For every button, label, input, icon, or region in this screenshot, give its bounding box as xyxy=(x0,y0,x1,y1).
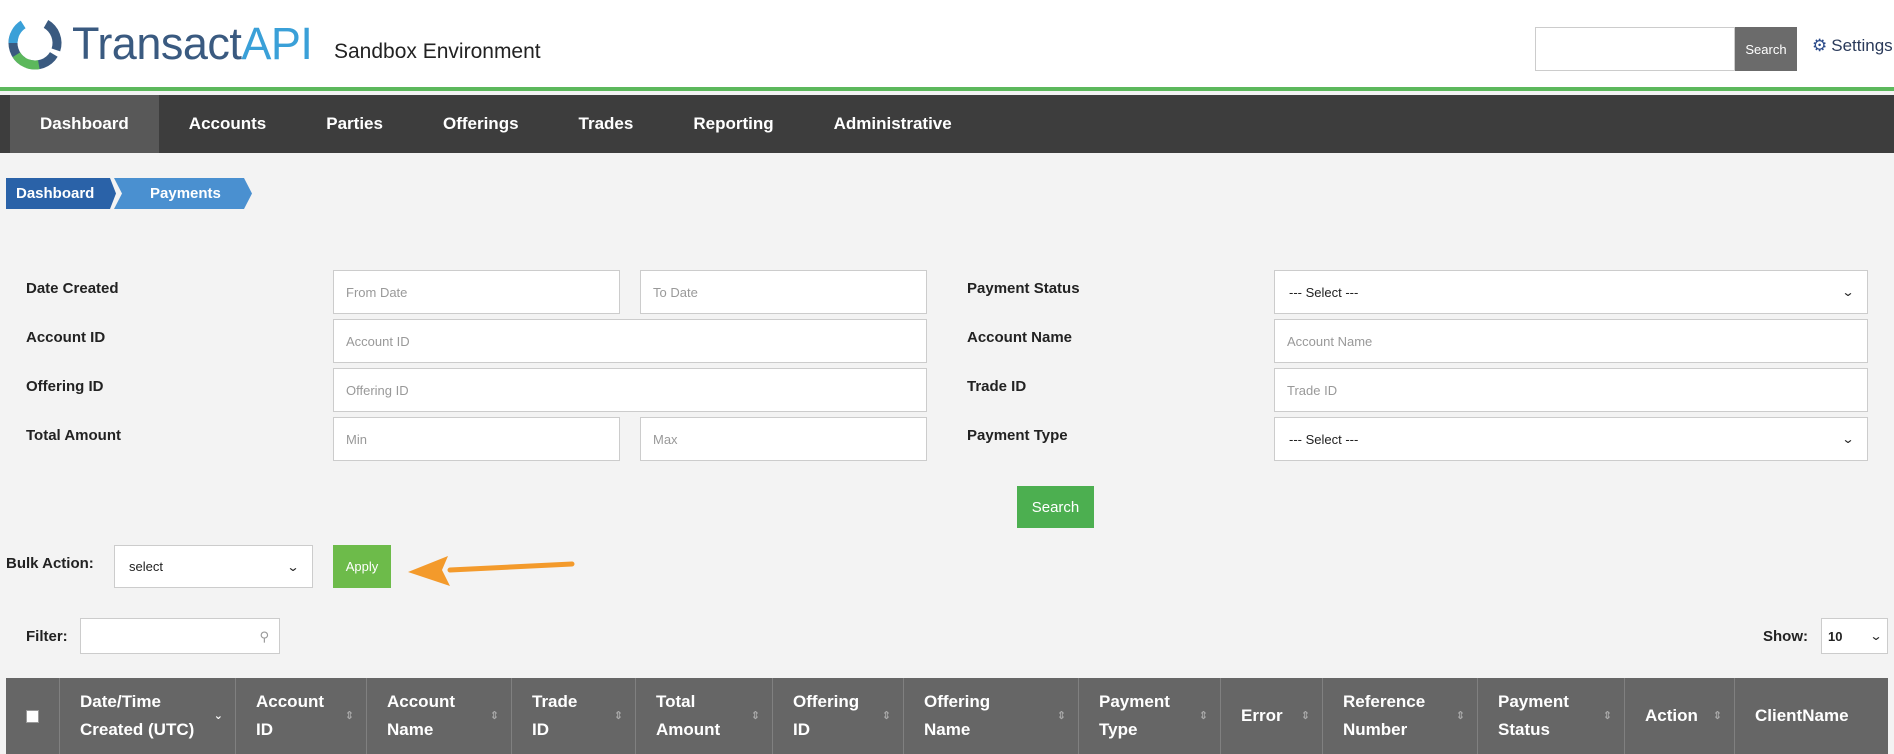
column-header-reference-number[interactable]: Reference Number ⇕ xyxy=(1323,678,1478,754)
select-all-checkbox[interactable] xyxy=(26,709,39,723)
nav-item-dashboard[interactable]: Dashboard xyxy=(10,95,159,153)
max-amount-input[interactable] xyxy=(640,417,927,461)
search-button[interactable]: Search xyxy=(1017,486,1094,528)
account-name-label: Account Name xyxy=(967,329,1073,346)
page-size-select[interactable]: 10 ⌄ xyxy=(1821,618,1888,654)
chevron-down-icon: ⌄ xyxy=(1841,285,1855,299)
sort-icon: ⇕ xyxy=(1602,710,1612,722)
logo[interactable]: TransactAPI xyxy=(6,14,313,72)
apply-button[interactable]: Apply xyxy=(333,545,391,588)
column-header-client-name[interactable]: ClientName xyxy=(1735,678,1888,754)
payment-status-value: --- Select --- xyxy=(1289,284,1359,300)
sort-icon: ⇕ xyxy=(613,710,623,722)
column-header-account-name[interactable]: Account Name ⇕ xyxy=(367,678,512,754)
to-date-input[interactable] xyxy=(640,270,927,314)
column-header-date-created[interactable]: Date/Time Created (UTC) ⌄ xyxy=(60,678,236,754)
column-header-payment-type[interactable]: Payment Type ⇕ xyxy=(1079,678,1221,754)
sort-icon: ⇕ xyxy=(1455,710,1465,722)
date-created-label: Date Created xyxy=(26,280,119,297)
column-header-payment-status[interactable]: Payment Status ⇕ xyxy=(1478,678,1625,754)
payment-type-select[interactable]: --- Select --- ⌄ xyxy=(1274,417,1868,461)
sort-icon: ⇕ xyxy=(489,710,499,722)
payment-type-label: Payment Type xyxy=(967,427,1068,444)
payment-type-value: --- Select --- xyxy=(1289,431,1359,447)
filter-input[interactable]: ⚲ xyxy=(80,618,280,654)
nav-item-parties[interactable]: Parties xyxy=(296,95,413,153)
bulk-action-label: Bulk Action: xyxy=(6,555,94,572)
nav-item-reporting[interactable]: Reporting xyxy=(663,95,803,153)
gear-icon: ⚙ xyxy=(1812,36,1828,55)
table-header: Date/Time Created (UTC) ⌄ Account ID ⇕ Acc… xyxy=(6,678,1888,754)
filter-label: Filter: xyxy=(26,628,68,645)
trade-id-input[interactable] xyxy=(1274,368,1868,412)
payment-status-select[interactable]: --- Select --- ⌄ xyxy=(1274,270,1868,314)
sort-icon: ⇕ xyxy=(344,710,354,722)
sort-icon: ⇕ xyxy=(881,710,891,722)
sort-icon: ⇕ xyxy=(1198,710,1208,722)
min-amount-input[interactable] xyxy=(333,417,620,461)
settings-link[interactable]: ⚙ Settings xyxy=(1812,36,1893,56)
search-icon: ⚲ xyxy=(259,629,269,644)
page-size-value: 10 xyxy=(1828,628,1843,644)
column-header-trade-id[interactable]: Trade ID ⇕ xyxy=(512,678,636,754)
offering-id-input[interactable] xyxy=(333,368,927,412)
column-header-account-id[interactable]: Account ID ⇕ xyxy=(236,678,367,754)
nav-item-offerings[interactable]: Offerings xyxy=(413,95,549,153)
show-label: Show: xyxy=(1763,628,1808,645)
settings-label: Settings xyxy=(1831,36,1893,55)
header: TransactAPI Sandbox Environment Search ⚙… xyxy=(0,0,1894,91)
column-header-error[interactable]: Error ⇕ xyxy=(1221,678,1323,754)
bulk-action-select[interactable]: select ⌄ xyxy=(114,545,313,588)
transactapi-logo-icon xyxy=(8,16,62,70)
offering-id-label: Offering ID xyxy=(26,378,104,395)
header-search-button[interactable]: Search xyxy=(1735,27,1797,71)
main-nav: Dashboard Accounts Parties Offerings Tra… xyxy=(0,95,1894,153)
breadcrumb-dashboard[interactable]: Dashboard xyxy=(6,178,116,209)
column-header-offering-name[interactable]: Offering Name ⇕ xyxy=(904,678,1079,754)
environment-label: Sandbox Environment xyxy=(334,40,541,63)
trade-id-label: Trade ID xyxy=(967,378,1027,395)
nav-item-administrative[interactable]: Administrative xyxy=(804,95,982,153)
account-id-label: Account ID xyxy=(26,329,106,346)
header-search-input[interactable] xyxy=(1535,27,1735,71)
nav-item-trades[interactable]: Trades xyxy=(549,95,664,153)
chevron-down-icon: ⌄ xyxy=(286,559,300,574)
breadcrumb: Dashboard Payments xyxy=(6,178,252,209)
payment-status-label: Payment Status xyxy=(967,280,1080,297)
account-name-input[interactable] xyxy=(1274,319,1868,363)
sort-icon: ⇕ xyxy=(1300,710,1310,722)
bulk-action-value: select xyxy=(129,559,163,574)
select-all-cell xyxy=(6,678,60,754)
chevron-down-icon: ⌄ xyxy=(1869,629,1883,643)
sort-desc-icon: ⌄ xyxy=(213,710,223,722)
sort-icon: ⇕ xyxy=(1712,710,1722,722)
from-date-input[interactable] xyxy=(333,270,620,314)
nav-item-accounts[interactable]: Accounts xyxy=(159,95,296,153)
annotation-arrow-icon xyxy=(408,556,575,586)
column-header-action[interactable]: Action ⇕ xyxy=(1625,678,1735,754)
column-header-total-amount[interactable]: Total Amount ⇕ xyxy=(636,678,773,754)
total-amount-label: Total Amount xyxy=(26,427,121,444)
sort-icon: ⇕ xyxy=(1056,710,1066,722)
breadcrumb-payments[interactable]: Payments xyxy=(114,178,252,209)
chevron-down-icon: ⌄ xyxy=(1841,432,1855,446)
sort-icon: ⇕ xyxy=(750,710,760,722)
account-id-input[interactable] xyxy=(333,319,927,363)
logo-text: TransactAPI xyxy=(72,17,313,69)
column-header-offering-id[interactable]: Offering ID ⇕ xyxy=(773,678,904,754)
